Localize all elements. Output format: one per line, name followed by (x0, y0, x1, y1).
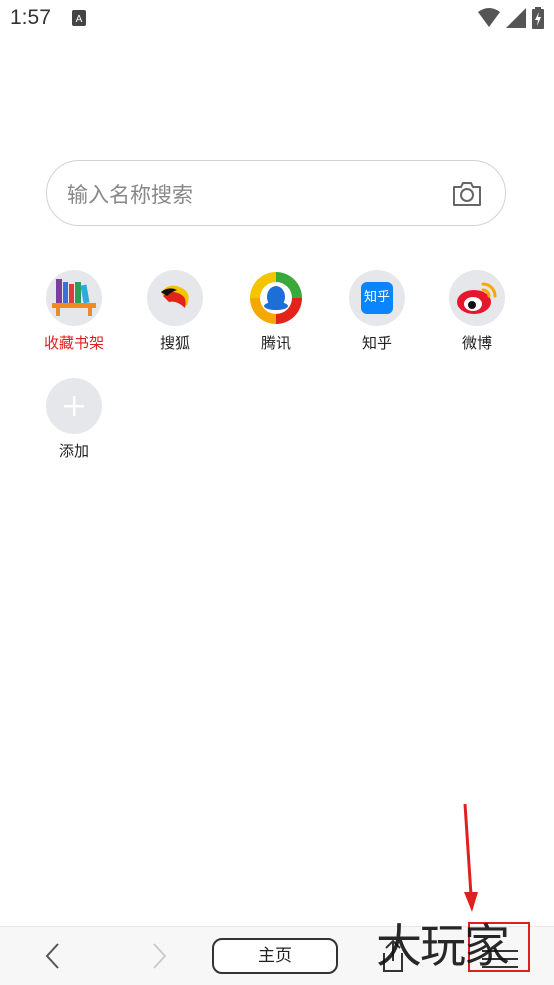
back-icon[interactable] (38, 941, 68, 971)
shortcut-label: 腾讯 (260, 334, 291, 352)
camera-icon[interactable] (451, 180, 483, 208)
weibo-icon (449, 270, 505, 326)
status-time: 1:57 (10, 6, 51, 29)
shortcut-weibo[interactable]: 微博 (432, 270, 522, 353)
status-icons (478, 6, 544, 30)
shortcut-label: 搜狐 (159, 334, 190, 352)
svg-text:A: A (76, 14, 83, 25)
sohu-icon (147, 270, 203, 326)
shortcut-label: 添加 (58, 442, 89, 460)
shortcut-label: 收藏书架 (43, 334, 104, 352)
status-bar: 1:57 A (0, 0, 554, 40)
shortcut-tencent[interactable]: 腾讯 (231, 270, 321, 353)
screen: 1:57 A 输入名称搜索 收藏书架 搜狐 腾讯 知乎 知乎 微博 添加 主页 … (0, 0, 554, 985)
wifi-icon (478, 8, 500, 27)
search-input[interactable]: 输入名称搜索 (46, 160, 506, 226)
home-button[interactable]: 主页 (212, 938, 338, 974)
battery-icon (532, 7, 544, 29)
shortcut-label: 知乎 (361, 334, 392, 352)
signal-icon (506, 8, 526, 28)
zhihu-icon: 知乎 (349, 270, 405, 326)
plus-icon (46, 378, 102, 434)
search-placeholder: 输入名称搜索 (67, 183, 193, 207)
zhihu-badge: 知乎 (361, 282, 393, 314)
shortcut-label: 微博 (461, 334, 492, 352)
shortcut-add[interactable]: 添加 (29, 378, 119, 461)
shortcut-zhihu[interactable]: 知乎 知乎 (332, 270, 422, 353)
shortcut-bookshelf[interactable]: 收藏书架 (29, 270, 119, 353)
watermark: 大玩家 (376, 919, 510, 973)
bookshelf-icon (46, 270, 102, 326)
tencent-icon (248, 270, 304, 326)
shortcut-sohu[interactable]: 搜狐 (130, 270, 220, 353)
notification-icon: A (72, 10, 86, 26)
forward-icon[interactable] (144, 941, 174, 971)
annotation-arrow (463, 803, 478, 912)
